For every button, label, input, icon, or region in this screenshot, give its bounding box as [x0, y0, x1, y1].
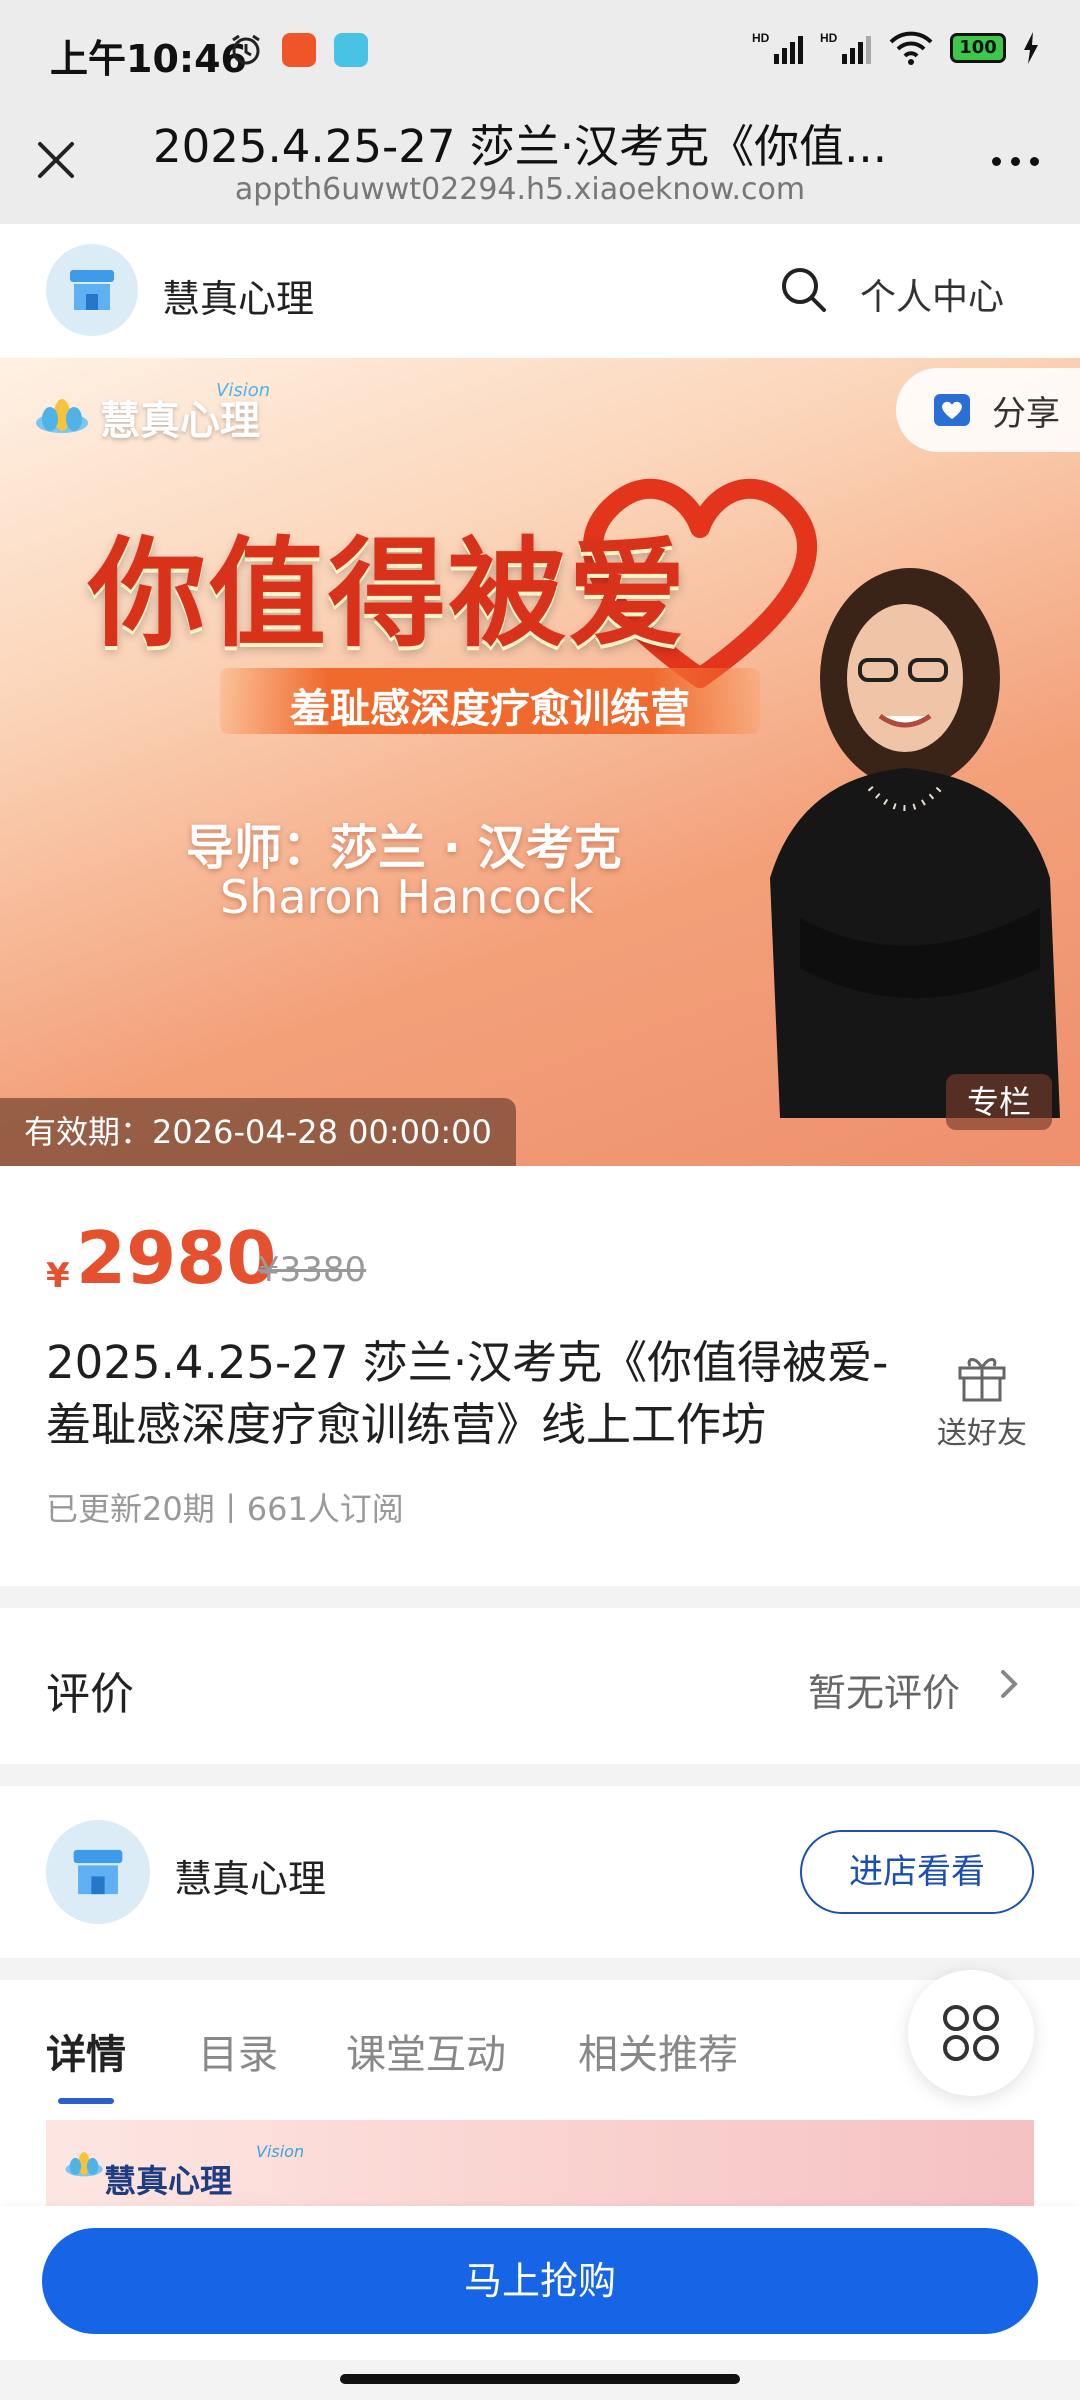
- chevron-right-icon: [1001, 1670, 1018, 1698]
- active-tab-indicator: [58, 2098, 114, 2104]
- grid-menu-icon: [943, 2005, 999, 2061]
- gift-label: 送好友: [937, 1416, 1027, 1451]
- status-bar: 上午10:46 HD HD 100: [0, 0, 1080, 104]
- detail-image-preview: 慧真心理 Vision: [46, 2120, 1034, 2210]
- banner-tutor: 导师：莎兰 · 汉考克: [186, 820, 622, 876]
- page-title: 2025.4.25-27 莎兰·汉考克《你值...: [152, 120, 888, 173]
- status-time: 上午10:46: [50, 37, 247, 81]
- dot-icon: [1010, 156, 1020, 166]
- shop-avatar[interactable]: [46, 244, 138, 336]
- reviews-empty-text: 暂无评价: [808, 1671, 961, 1715]
- page-url: appth6uwwt02294.h5.xiaoeknow.com: [234, 172, 806, 207]
- course-banner: 慧真心理 Vision 你值得被爱 羞耻感深度疗愈训练营 导师：莎兰 · 汉考克…: [0, 358, 1080, 1166]
- share-button[interactable]: 分享: [896, 368, 1080, 452]
- banner-logo-vision: Vision: [216, 380, 271, 401]
- dot-icon: [991, 156, 1001, 166]
- reviews-row[interactable]: 评价 暂无评价: [0, 1608, 1080, 1764]
- search-icon[interactable]: [776, 262, 832, 318]
- price-currency: ¥: [46, 1256, 70, 1296]
- shop-card: 慧真心理 进店看看: [0, 1786, 1080, 1958]
- shop-nav: 慧真心理 个人中心: [0, 224, 1080, 358]
- tab-catalog[interactable]: 目录: [198, 2022, 278, 2080]
- gift-to-friend-button[interactable]: 送好友: [932, 1352, 1032, 1452]
- store-icon: [73, 1849, 123, 1895]
- tutor-portrait: [770, 568, 1060, 1118]
- cellular-signal-icon-2: HD: [820, 31, 871, 64]
- close-icon[interactable]: [28, 132, 84, 188]
- detail-logo-vision: Vision: [256, 2142, 305, 2161]
- status-system-icons: HD HD 100: [752, 30, 1040, 66]
- cellular-signal-icon: HD: [752, 31, 803, 64]
- browser-header: 2025.4.25-27 莎兰·汉考克《你值... appth6uwwt0229…: [0, 104, 1080, 224]
- product-info: ¥ 2980 ¥3380 2025.4.25-27 莎兰·汉考克《你值得被爱-羞…: [0, 1166, 1080, 1586]
- status-notification-icons: [228, 32, 368, 68]
- price-current: 2980: [76, 1216, 277, 1300]
- banner-tutor-en: Sharon Hancock: [220, 870, 594, 924]
- shop-card-name: 慧真心理: [174, 1857, 327, 1901]
- lotus-logo-icon: [65, 2152, 103, 2177]
- banner-logo: 慧真心理 Vision: [34, 380, 270, 446]
- battery-icon: 100: [950, 33, 1006, 63]
- wifi-icon: [889, 31, 933, 65]
- gift-icon: [958, 1358, 1006, 1402]
- store-app-icon: [334, 33, 368, 67]
- dot-icon: [1029, 156, 1039, 166]
- tab-class-interaction[interactable]: 课堂互动: [346, 2022, 506, 2080]
- validity-label: 有效期：2026-04-28 00:00:00: [0, 1098, 516, 1166]
- share-icon: [934, 394, 970, 426]
- product-meta: 已更新20期丨661人订阅: [46, 1490, 404, 1528]
- tab-recommendations[interactable]: 相关推荐: [578, 2022, 738, 2080]
- price-original: ¥3380: [258, 1250, 367, 1290]
- product-title: 2025.4.25-27 莎兰·汉考克《你值得被爱-羞耻感深度疗愈训练营》线上工…: [46, 1336, 889, 1451]
- visit-shop-button[interactable]: 进店看看: [800, 1830, 1034, 1914]
- signal-hd-label: HD: [752, 31, 770, 45]
- personal-center-link[interactable]: 个人中心: [860, 268, 1004, 320]
- home-indicator[interactable]: [340, 2374, 740, 2384]
- store-icon: [70, 270, 114, 310]
- buy-now-button[interactable]: 马上抢购: [42, 2228, 1038, 2334]
- shop-card-avatar[interactable]: [46, 1820, 150, 1924]
- tab-details[interactable]: 详情: [46, 2022, 126, 2080]
- column-badge: 专栏: [946, 1074, 1052, 1130]
- share-label: 分享: [992, 393, 1060, 434]
- more-options-button[interactable]: [980, 136, 1050, 186]
- detail-logo-text: 慧真心理: [104, 2162, 233, 2200]
- buy-bar: 马上抢购: [0, 2206, 1080, 2360]
- reviews-title: 评价: [46, 1669, 134, 1720]
- banner-subtitle: 羞耻感深度疗愈训练营: [290, 686, 690, 732]
- lotus-logo-icon: [36, 399, 88, 433]
- shop-name[interactable]: 慧真心理: [162, 268, 314, 323]
- signal-hd-label-2: HD: [820, 31, 838, 45]
- banner-headline: 你值得被爱: [88, 524, 689, 663]
- floating-menu-button[interactable]: [908, 1970, 1034, 2096]
- charging-icon: [1024, 32, 1038, 64]
- alarm-clock-icon: [232, 34, 260, 65]
- mi-app-icon: [282, 33, 316, 67]
